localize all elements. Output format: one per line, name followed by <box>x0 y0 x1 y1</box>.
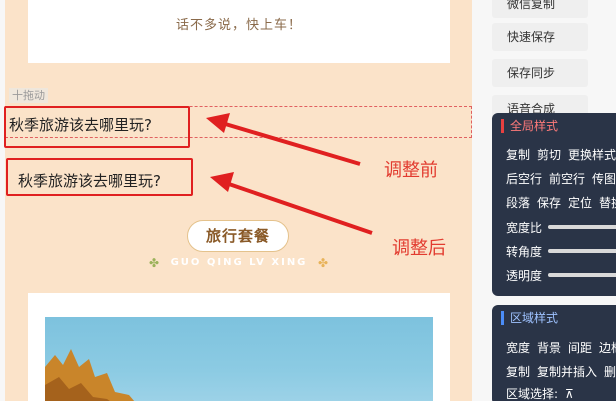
opacity-label: 透明度 <box>506 269 543 283</box>
change-style-button[interactable]: 更换样式 <box>568 148 616 162</box>
badge-pinyin: GUO QING LV XING <box>170 257 308 268</box>
annotation-before: 调整前 <box>384 160 438 181</box>
copy-button[interactable]: 复制 <box>506 148 530 162</box>
paragraph-button[interactable]: 段落 <box>506 196 530 210</box>
region-border-button[interactable]: 边框 <box>599 341 616 355</box>
global-style-row-1: 复制 剪切 更换样式 <box>506 146 616 163</box>
region-style-panel: 区域样式 宽度背景间距边框 复制复制并插入删除 区域选择: ⊼ <box>492 305 616 401</box>
blank-before-button[interactable]: 前空行 <box>549 172 585 186</box>
leaf-right-icon: ✤ <box>317 256 329 270</box>
region-copy-button[interactable]: 复制 <box>506 365 530 379</box>
opacity-slider[interactable]: 透明度 <box>506 267 616 284</box>
replace-button[interactable]: 替换 <box>599 196 616 210</box>
region-select-up-icon[interactable]: ⊼ <box>565 387 574 401</box>
region-style-row-2: 复制复制并插入删除 <box>506 363 616 380</box>
save-button[interactable]: 保存 <box>537 196 561 210</box>
global-style-panel: 全局样式 复制剪切更换样式 后空行前空行传图 段落保存定位替换 宽度比 转角度 … <box>492 113 616 296</box>
region-delete-button[interactable]: 删除 <box>604 365 616 379</box>
arrow-before-head <box>206 113 230 133</box>
opacity-track[interactable] <box>548 273 616 277</box>
arrow-after-head <box>210 172 234 192</box>
locate-button[interactable]: 定位 <box>568 196 592 210</box>
width-ratio-track[interactable] <box>548 225 616 229</box>
region-width-button[interactable]: 宽度 <box>506 341 530 355</box>
region-select-row: 区域选择: ⊼ <box>506 385 581 401</box>
global-style-title: 全局样式 <box>501 119 558 133</box>
global-style-row-3: 段落保存定位替换 <box>506 194 616 211</box>
annotation-after: 调整后 <box>392 238 446 259</box>
region-copy-insert-button[interactable]: 复制并插入 <box>537 365 597 379</box>
width-ratio-label: 宽度比 <box>506 221 543 235</box>
region-select-label: 区域选择: <box>506 387 559 401</box>
global-style-row-2: 后空行 前空行 传图 <box>506 170 616 187</box>
wechat-copy-button[interactable]: 微信复制 <box>492 0 588 18</box>
region-style-title: 区域样式 <box>501 311 558 325</box>
rotate-angle-track[interactable] <box>548 249 616 253</box>
region-background-button[interactable]: 背景 <box>537 341 561 355</box>
arrow-before-line <box>221 121 361 166</box>
travel-photo[interactable] <box>45 317 433 401</box>
editor-canvas: 话不多说，快上车！ 十拖动 秋季旅游该去哪里玩? 秋季旅游该去哪里玩? 调整前 … <box>0 0 484 401</box>
palace-roof-illustration <box>45 349 135 401</box>
region-style-row-1: 宽度背景间距边框 <box>506 339 616 356</box>
cut-button[interactable]: 剪切 <box>537 148 561 162</box>
blank-after-button[interactable]: 后空行 <box>506 172 542 186</box>
rotate-angle-slider[interactable]: 转角度 <box>506 243 616 260</box>
photo-card <box>28 293 450 401</box>
width-ratio-slider[interactable]: 宽度比 <box>506 219 616 236</box>
quick-save-button[interactable]: 快速保存 <box>492 23 588 51</box>
travel-package-badge[interactable]: 旅行套餐 <box>187 220 289 252</box>
upload-image-button[interactable]: 传图 <box>592 172 616 186</box>
rotate-angle-label: 转角度 <box>506 245 543 259</box>
save-sync-button[interactable]: 保存同步 <box>492 59 588 87</box>
region-spacing-button[interactable]: 间距 <box>568 341 592 355</box>
